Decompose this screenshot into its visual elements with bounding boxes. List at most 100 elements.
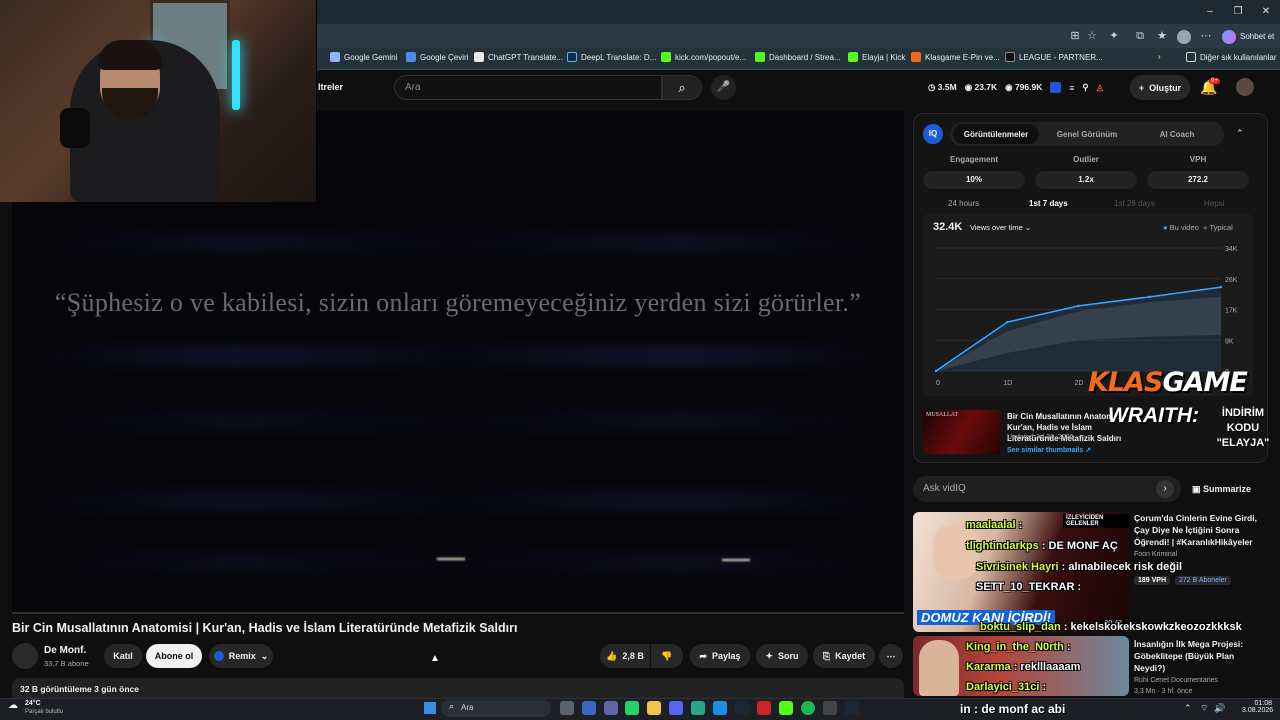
dislike-button[interactable]: 👎 bbox=[651, 644, 683, 668]
other-bookmarks[interactable]: Diğer sık kullanılanlar bbox=[1186, 52, 1276, 62]
description-box[interactable] bbox=[12, 678, 904, 698]
minimize-icon[interactable]: – bbox=[1202, 4, 1218, 20]
bookmark-item[interactable]: DeepL Translate: D... bbox=[567, 52, 656, 62]
file-explorer-icon[interactable] bbox=[647, 701, 661, 715]
ask-button[interactable]: ✦ Soru bbox=[756, 644, 808, 668]
favorites-icon[interactable]: ★ bbox=[1154, 28, 1170, 44]
progress-bar[interactable] bbox=[12, 612, 904, 614]
summarize-button[interactable]: ▣ Summarize bbox=[1192, 484, 1251, 495]
vidiq-icon[interactable] bbox=[1050, 82, 1062, 93]
bookmark-item[interactable]: kick.com/popout/e... bbox=[661, 52, 746, 62]
bookmark-item[interactable]: LEAGUE - PARTNER... bbox=[1005, 52, 1103, 62]
kick-icon bbox=[848, 52, 858, 62]
list-icon[interactable]: ≡ bbox=[1069, 83, 1074, 93]
streamer-hair bbox=[98, 40, 162, 70]
channel-subscribers: 33,7 B abone bbox=[44, 659, 89, 668]
clock[interactable]: 01:08 3.08.2026 bbox=[1242, 700, 1273, 714]
wifi-icon[interactable]: ⌔ bbox=[1200, 703, 1208, 714]
alert-icon[interactable]: ◬ bbox=[1097, 82, 1104, 93]
thumbnail-label: MUSALLAT bbox=[926, 412, 959, 418]
close-icon[interactable]: ✕ bbox=[1258, 4, 1274, 20]
similar-thumbnails-link[interactable]: See similar thumbnails ↗ bbox=[1007, 446, 1091, 454]
bookmark-item[interactable]: ChatGPT Translate... bbox=[474, 52, 563, 62]
split-icon[interactable]: ⧉ bbox=[1132, 28, 1148, 44]
copilot-icon[interactable] bbox=[1222, 30, 1236, 44]
video-noise-band bbox=[12, 410, 904, 432]
volume-icon[interactable]: 🔊 bbox=[1214, 703, 1225, 714]
trophy-icon[interactable]: ⚲ bbox=[1082, 82, 1088, 93]
chart-select[interactable]: Views over time ⌄ bbox=[970, 223, 1031, 232]
weather-temp[interactable]: 24°C bbox=[25, 700, 41, 707]
range-all[interactable]: Hepsi bbox=[1204, 199, 1224, 208]
recommendation-title[interactable]: Çorum'da Cinlerin Evine Girdi, Çay Diye … bbox=[1134, 512, 1262, 548]
like-button[interactable]: 👍 2,8 B bbox=[600, 644, 650, 668]
share-button[interactable]: ➦ Paylaş bbox=[690, 644, 750, 668]
task-view-icon[interactable] bbox=[560, 701, 574, 715]
search-icon[interactable]: ⌕ bbox=[662, 75, 702, 100]
edge-icon[interactable] bbox=[713, 701, 727, 715]
app-icon[interactable] bbox=[691, 701, 705, 715]
app-icon[interactable] bbox=[757, 701, 771, 715]
bookmark-item[interactable]: Google Çeviri bbox=[406, 52, 468, 62]
teams-icon[interactable] bbox=[604, 701, 618, 715]
steam-icon[interactable] bbox=[845, 701, 859, 715]
windows-start-icon[interactable] bbox=[424, 702, 436, 714]
data-point bbox=[934, 369, 938, 373]
chevron-up-icon[interactable]: ⌃ bbox=[1236, 128, 1244, 139]
save-button[interactable]: ⎘ Kaydet bbox=[813, 644, 875, 668]
tab-ai-coach[interactable]: AI Coach bbox=[1134, 124, 1220, 144]
discount-code: İNDİRİM KODU "ELAYJA" bbox=[1216, 407, 1270, 449]
app-icon[interactable] bbox=[823, 701, 837, 715]
bookmark-item[interactable]: Klasgame E-Pin ve... bbox=[911, 52, 1000, 62]
apps-icon[interactable]: ⊞ bbox=[1067, 28, 1083, 44]
chevron-down-icon: ⌄ bbox=[1024, 223, 1032, 232]
video-light-streak bbox=[722, 559, 750, 561]
bookmark-item[interactable]: Dashboard / Strea... bbox=[755, 52, 841, 62]
more-icon[interactable]: ⋯ bbox=[879, 644, 903, 668]
tray-chevron-icon[interactable]: ⌃ bbox=[1184, 703, 1192, 714]
taskbar-search[interactable]: Ara bbox=[441, 700, 551, 717]
data-point bbox=[1006, 320, 1009, 324]
remix-button[interactable]: Remix ⌄ bbox=[209, 644, 273, 668]
tab-overview[interactable]: Genel Görünüm bbox=[1044, 124, 1130, 144]
menu-dots-icon[interactable]: ⋯ bbox=[1198, 28, 1214, 44]
range-first-7-days[interactable]: 1st 7 days bbox=[1029, 199, 1068, 208]
filters-label[interactable]: ltreler bbox=[318, 82, 343, 92]
steam-icon[interactable] bbox=[735, 701, 749, 715]
bookmark-item[interactable]: Elayja | Kick bbox=[848, 52, 905, 62]
channel-avatar[interactable] bbox=[12, 643, 38, 669]
chat-message: Sivrisinek Hayri : alınabilecek risk değ… bbox=[976, 561, 1183, 573]
maximize-icon[interactable]: ❐ bbox=[1230, 4, 1246, 20]
extension-icon[interactable]: ✦ bbox=[1106, 28, 1122, 44]
recommendation-channel[interactable]: Foon Kriminal bbox=[1134, 551, 1177, 558]
send-icon[interactable]: › bbox=[1156, 480, 1174, 498]
search-input[interactable]: Ara bbox=[394, 75, 662, 100]
profile-avatar[interactable] bbox=[1177, 30, 1191, 44]
chat-message: tlightindarkps : DE MONF AÇ bbox=[966, 540, 1118, 552]
recommendation-channel[interactable]: Ruhi Cenet Documentaries bbox=[1134, 677, 1218, 684]
whatsapp-icon[interactable] bbox=[625, 701, 639, 715]
channel-name[interactable]: De Monf. bbox=[44, 645, 86, 656]
chevron-right-icon[interactable]: › bbox=[1158, 52, 1161, 61]
discord-icon[interactable] bbox=[669, 701, 683, 715]
tab-views[interactable]: Görüntülenmeler bbox=[953, 124, 1039, 144]
avatar[interactable] bbox=[1236, 78, 1254, 96]
chat-message: Kararma : reklllaaaam bbox=[966, 661, 1081, 673]
ask-vidiq-input[interactable]: Ask vidIQ bbox=[913, 476, 1181, 502]
subscribe-button[interactable]: Abone ol bbox=[146, 644, 202, 668]
weather-icon[interactable]: ☁ bbox=[8, 700, 18, 711]
y-tick-label: 26K bbox=[1225, 277, 1238, 284]
range-24-hours[interactable]: 24 hours bbox=[948, 199, 979, 208]
join-button[interactable]: Katıl bbox=[104, 644, 142, 668]
bookmark-item[interactable]: Google Gemini bbox=[330, 52, 397, 62]
recommendation-title[interactable]: İnsanlığın İlk Mega Projesi: Göbeklitepe… bbox=[1134, 638, 1262, 674]
spotify-icon[interactable] bbox=[801, 701, 815, 715]
range-first-28-days[interactable]: 1st 28 days bbox=[1114, 199, 1155, 208]
y-tick-label: 9K bbox=[1225, 338, 1234, 345]
kick-icon[interactable] bbox=[779, 701, 793, 715]
create-button[interactable]: + Oluştur bbox=[1130, 75, 1190, 100]
app-icon[interactable] bbox=[582, 701, 596, 715]
favorite-star-icon[interactable]: ☆ bbox=[1084, 28, 1100, 44]
microphone-icon[interactable]: 🎤 bbox=[711, 75, 736, 100]
chat-button[interactable]: Sohbet et bbox=[1240, 32, 1274, 41]
